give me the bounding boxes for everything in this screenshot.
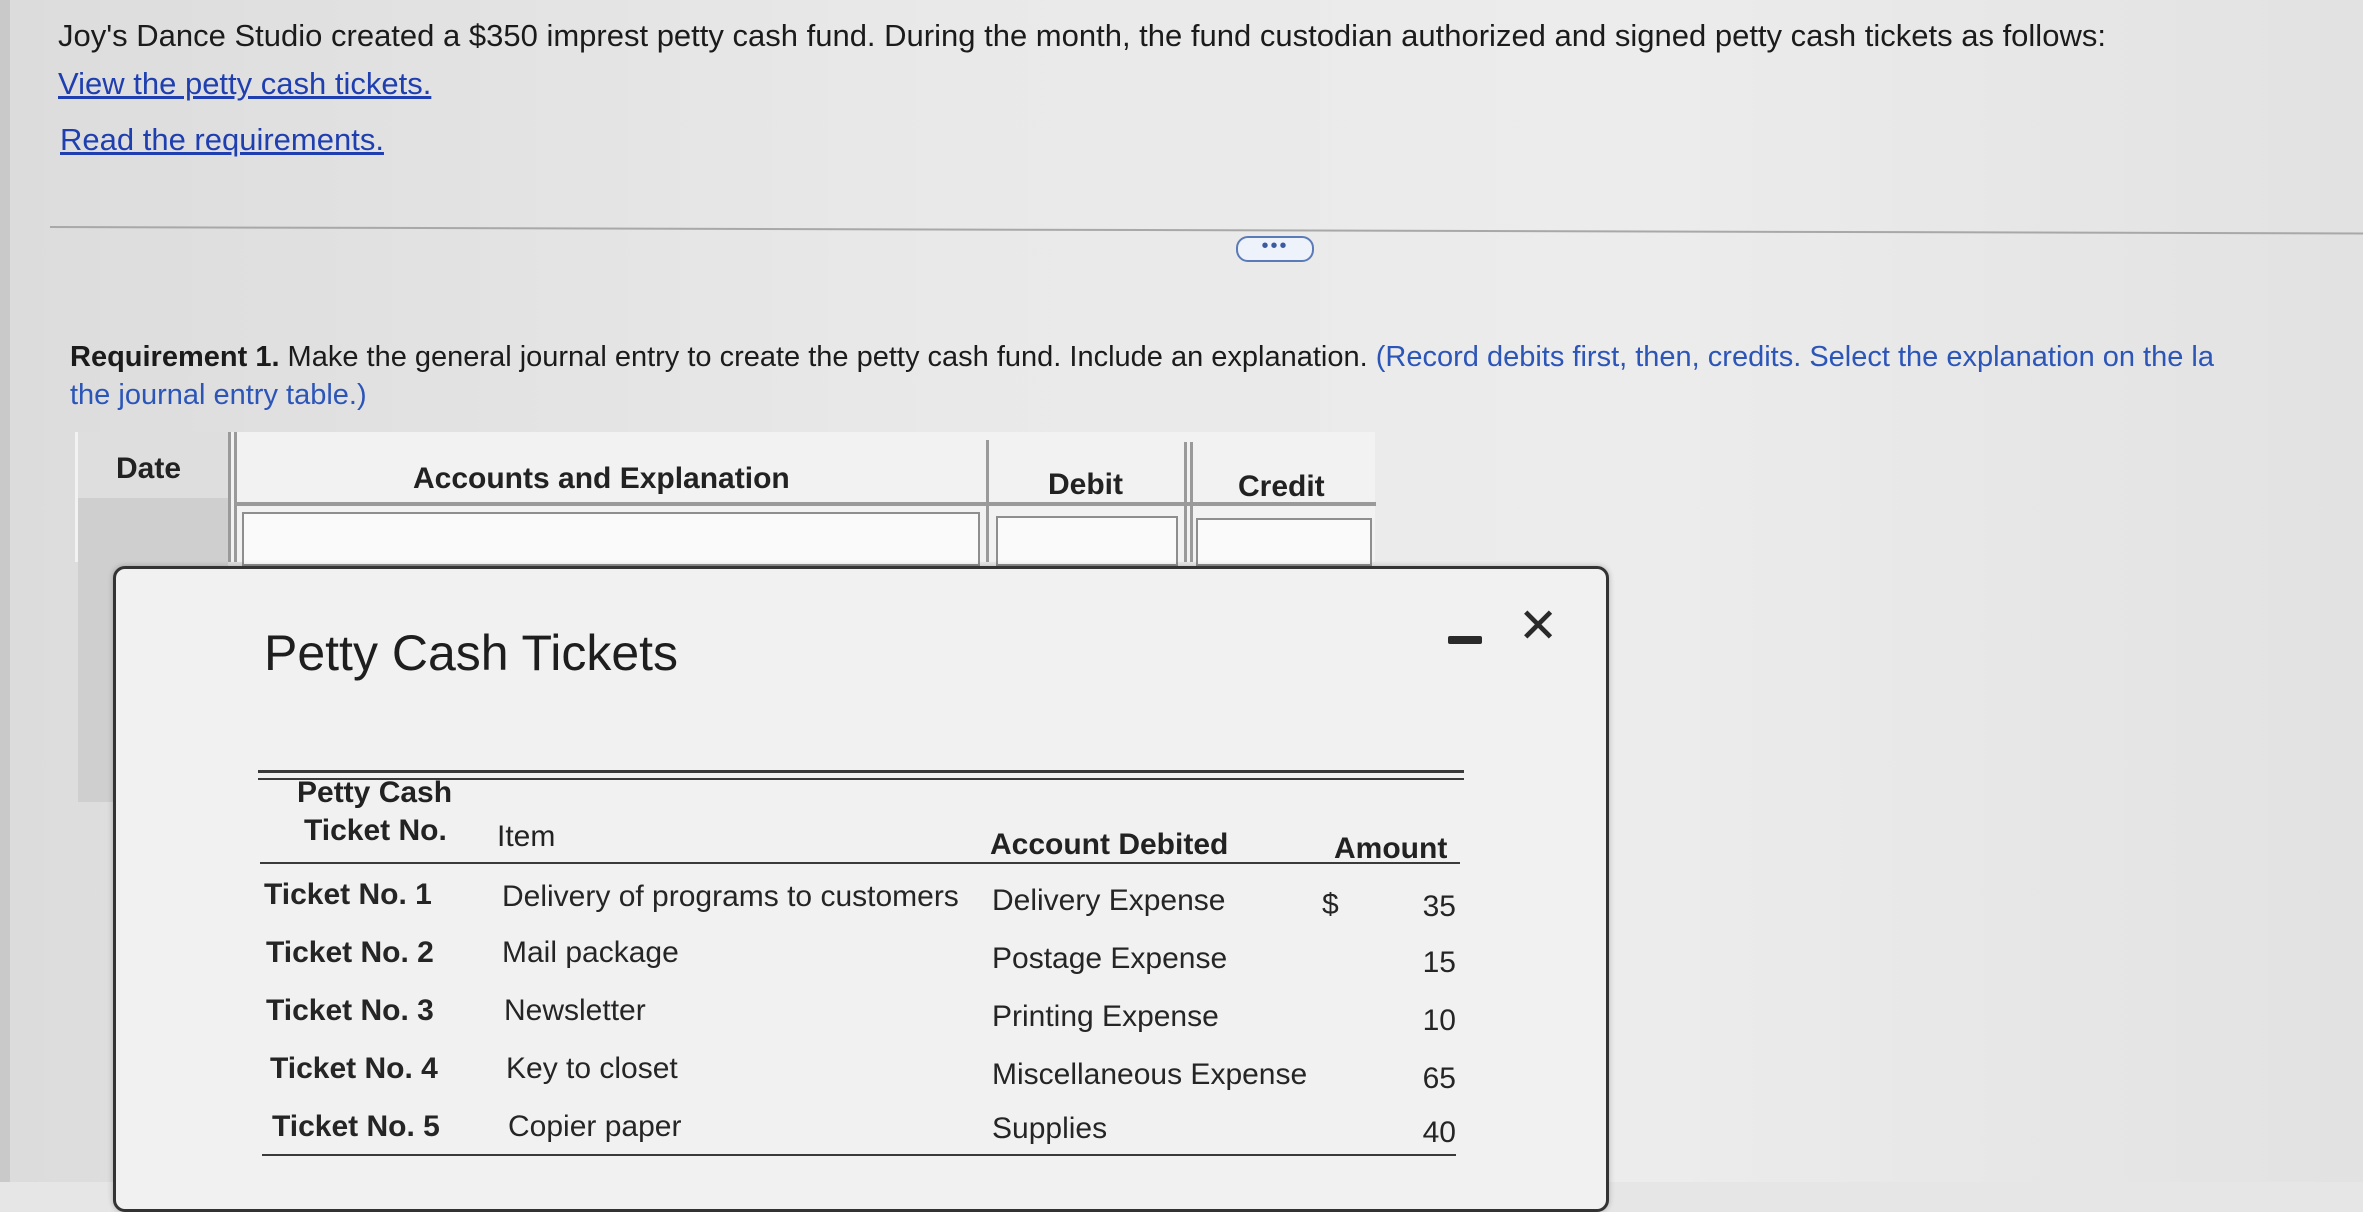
- requirement-text: Requirement 1. Make the general journal …: [70, 338, 2360, 414]
- tickets-table-bottom-rule: [262, 1154, 1456, 1156]
- journal-header-accounts: Accounts and Explanation: [413, 462, 790, 495]
- journal-header-date: Date: [116, 452, 182, 485]
- ticket-account: Supplies: [992, 1112, 1108, 1145]
- header-ticket-no-line1: Petty Cash: [297, 776, 453, 809]
- minimize-icon[interactable]: [1448, 636, 1482, 644]
- debit-amount-input[interactable]: [996, 516, 1178, 566]
- ticket-item: Mail package: [502, 936, 679, 969]
- ticket-amount: 10: [1422, 1004, 1456, 1037]
- requirement-hint-continued: the journal entry table.): [70, 379, 367, 411]
- ticket-amount: 15: [1422, 946, 1456, 979]
- journal-header-debit: Debit: [1048, 468, 1123, 501]
- intro-text: Joy's Dance Studio created a $350 impres…: [58, 18, 2106, 53]
- ticket-number: Ticket No. 5: [272, 1110, 440, 1143]
- header-item: Item: [497, 820, 556, 853]
- requirement-body: Make the general journal entry to create…: [279, 341, 1376, 373]
- requirement-label: Requirement 1.: [70, 341, 280, 373]
- ticket-account: Miscellaneous Expense: [992, 1058, 1308, 1091]
- ticket-number: Ticket No. 3: [266, 994, 434, 1027]
- ticket-amount: 40: [1422, 1116, 1456, 1149]
- tickets-header-rule: [260, 862, 1460, 864]
- header-amount: Amount: [1334, 832, 1448, 865]
- ticket-amount: 65: [1422, 1062, 1456, 1095]
- account-explanation-input[interactable]: [242, 512, 980, 566]
- journal-column-divider: [986, 440, 989, 562]
- ticket-item: Copier paper: [508, 1110, 682, 1143]
- ticket-account: Postage Expense: [992, 942, 1228, 975]
- ticket-amount: 35: [1422, 890, 1456, 923]
- journal-header-credit: Credit: [1238, 470, 1325, 503]
- ticket-item: Key to closet: [506, 1052, 678, 1085]
- dialog-title: Petty Cash Tickets: [264, 625, 679, 681]
- close-icon[interactable]: ✕: [1518, 602, 1558, 652]
- ticket-item: Delivery of programs to customers: [502, 880, 959, 913]
- journal-header-rule: [234, 502, 1376, 506]
- ticket-number: Ticket No. 4: [270, 1052, 438, 1085]
- tickets-table-top-rule: [258, 770, 1464, 773]
- view-petty-cash-tickets-link[interactable]: View the petty cash tickets.: [58, 66, 431, 102]
- currency-symbol: $: [1322, 888, 1339, 921]
- journal-column-divider: [228, 432, 231, 562]
- header-account-debited: Account Debited: [990, 828, 1229, 861]
- ticket-item: Newsletter: [504, 994, 646, 1027]
- ticket-number: Ticket No. 1: [264, 878, 432, 911]
- ticket-number: Ticket No. 2: [266, 936, 434, 969]
- header-ticket-no-line2: Ticket No.: [304, 814, 447, 847]
- credit-amount-input[interactable]: [1196, 518, 1372, 566]
- more-options-button[interactable]: •••: [1236, 236, 1314, 262]
- read-requirements-link[interactable]: Read the requirements.: [60, 122, 384, 158]
- requirement-hint: (Record debits first, then, credits. Sel…: [1375, 341, 2215, 373]
- journal-column-divider: [234, 432, 237, 562]
- ticket-account: Printing Expense: [992, 1000, 1219, 1033]
- left-edge-strip: [0, 0, 10, 1182]
- ticket-account: Delivery Expense: [992, 884, 1226, 917]
